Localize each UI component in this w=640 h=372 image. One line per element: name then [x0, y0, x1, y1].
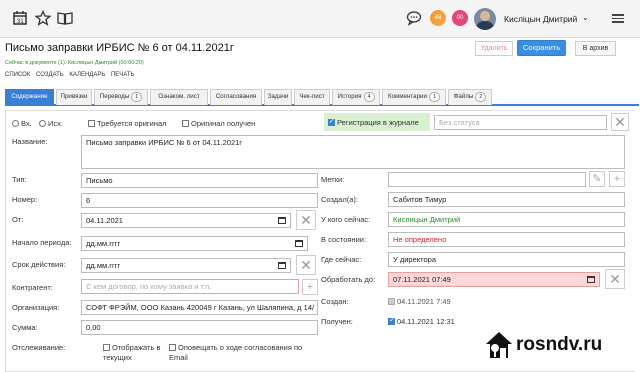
- tab-bar: Содержание Привязки Переводы 1 Ознаком. л…: [5, 88, 639, 106]
- radio-in[interactable]: Вх.: [12, 119, 32, 128]
- created-value: 04.11.2021 7:49: [388, 297, 451, 306]
- from-clear-button[interactable]: ✕: [296, 210, 316, 230]
- created-label: Создан:: [321, 297, 349, 306]
- tab-files[interactable]: Файлы 2: [448, 89, 492, 105]
- number-label: Номер:: [12, 195, 38, 204]
- tab-comments[interactable]: Комментарии 1: [382, 89, 446, 105]
- created-by-label: Создал(а):: [321, 195, 358, 204]
- type-label: Тип:: [12, 175, 27, 184]
- state-label: В состоянии:: [321, 235, 367, 244]
- avatar[interactable]: [474, 8, 496, 30]
- tab-history[interactable]: История 4: [332, 89, 380, 105]
- calendar-icon[interactable]: 31: [12, 10, 28, 26]
- delete-button[interactable]: Удалить: [475, 41, 513, 56]
- name-field[interactable]: Письмо заправки ИРБИС № 6 от 04.11.2021г: [81, 135, 625, 169]
- sum-field[interactable]: 0,00: [81, 320, 318, 335]
- period-start-label: Начало периода:: [12, 238, 72, 247]
- chat-icon[interactable]: [406, 10, 422, 26]
- calendar-icon[interactable]: [587, 276, 595, 283]
- validity-label: Срок действия:: [12, 260, 66, 269]
- tags-label: Метки:: [321, 175, 345, 184]
- email-notify-checkbox[interactable]: Оповещать о ходе согласования по Email: [169, 343, 319, 363]
- radio-out[interactable]: Исх.: [39, 119, 63, 128]
- menu-list[interactable]: СПИСОК: [5, 72, 30, 78]
- archive-button[interactable]: В архив: [575, 41, 616, 56]
- contractor-label: Контрагент:: [12, 283, 53, 292]
- menu-create[interactable]: СОЗДАТЬ: [36, 72, 64, 78]
- edit-tags-icon[interactable]: ✎: [589, 171, 605, 187]
- menu-icon[interactable]: [612, 12, 624, 24]
- calendar-icon[interactable]: [278, 217, 286, 224]
- created-by-field: Сабитов Тимур: [388, 192, 625, 207]
- tab-links[interactable]: Привязки: [56, 89, 92, 105]
- doc-menu: СПИСОК СОЗДАТЬ КАЛЕНДАРЬ ПЕЧАТЬ: [5, 72, 138, 78]
- tab-tasks[interactable]: Задачи: [264, 89, 292, 105]
- tab-content[interactable]: Содержание: [5, 89, 54, 105]
- current-holder-field: Кислицын Дмитрий: [388, 212, 625, 227]
- book-icon[interactable]: [57, 10, 73, 26]
- where-now-label: Где сейчас:: [321, 255, 362, 264]
- validity-clear-button[interactable]: ✕: [296, 255, 316, 275]
- current-holder-label: У кого сейчас:: [321, 215, 371, 224]
- page-title: Письмо заправки ИРБИС № 6 от 04.11.2021г: [5, 42, 234, 54]
- add-tag-button[interactable]: +: [609, 171, 625, 187]
- status-clear-button[interactable]: ✕: [611, 113, 629, 131]
- tab-acquaintance[interactable]: Ознаком. лист: [150, 89, 208, 105]
- name-label: Название:: [12, 137, 48, 146]
- period-start-field[interactable]: дд.мм.гггг: [81, 236, 308, 251]
- tab-checklist[interactable]: Чек-лист: [294, 89, 330, 105]
- sum-label: Сумма:: [12, 323, 38, 332]
- organization-label: Организация:: [12, 303, 60, 312]
- messages-badge[interactable]: 00: [452, 10, 468, 26]
- process-by-label: Обработать до:: [321, 275, 376, 284]
- menu-calendar[interactable]: КАЛЕНДАРЬ: [69, 72, 105, 78]
- watermark-text: rosndv.ru: [516, 334, 603, 355]
- save-button[interactable]: Сохранить: [517, 40, 566, 56]
- from-label: От:: [12, 215, 24, 224]
- add-contractor-button[interactable]: +: [302, 279, 318, 295]
- chevron-down-icon[interactable]: ⌄: [582, 13, 589, 22]
- received-label: Получен:: [321, 317, 353, 326]
- menu-print[interactable]: ПЕЧАТЬ: [111, 72, 134, 78]
- process-by-field[interactable]: 07.11.2021 07:49: [388, 272, 600, 287]
- show-current-checkbox[interactable]: Отображать в текущих: [103, 343, 171, 363]
- user-name[interactable]: Кисліцын Дмитрий: [504, 14, 577, 24]
- validity-field[interactable]: дд.мм.гггг: [81, 258, 291, 273]
- svg-text:31: 31: [17, 19, 24, 25]
- number-field[interactable]: 6: [81, 193, 318, 208]
- original-required-checkbox[interactable]: Требуется оригинал: [88, 119, 167, 128]
- calendar-icon[interactable]: [278, 262, 286, 269]
- notifications-badge[interactable]: 48: [430, 10, 446, 26]
- where-now-field: У директора: [388, 252, 625, 267]
- type-field[interactable]: Письмо: [81, 173, 318, 188]
- received-value[interactable]: 04.11.2021 12:31: [388, 316, 455, 326]
- state-field: Не определено: [388, 232, 625, 247]
- star-icon[interactable]: [35, 10, 51, 26]
- top-bar: 31 48 00 Кисліцын Дмитрий ⌄: [0, 0, 640, 38]
- registration-checkbox[interactable]: Регистрация в журнале: [324, 113, 430, 131]
- tab-transfers[interactable]: Переводы 1: [94, 89, 148, 105]
- from-date-field[interactable]: 04.11.2021: [81, 213, 291, 228]
- watermark: rosndv.ru: [478, 322, 638, 370]
- calendar-icon[interactable]: [295, 240, 303, 247]
- original-received-checkbox[interactable]: Оригинал получен: [182, 119, 255, 128]
- tab-approvals[interactable]: Согласования: [210, 89, 262, 105]
- organization-field[interactable]: СОФТ ФРЭЙМ, ООО Казань 420049 г Казань, …: [81, 300, 318, 315]
- presence-line: Сейчас в документе (1): Кислицын Дмитрий…: [5, 60, 144, 66]
- contractor-field[interactable]: С кем договор, по кому заявка и т.п.: [81, 279, 299, 294]
- status-input[interactable]: Без статуса: [434, 115, 607, 130]
- house-logo-icon: [486, 332, 512, 358]
- tracking-label: Отслеживание:: [12, 343, 66, 352]
- process-by-clear-button[interactable]: ✕: [605, 269, 625, 289]
- tags-field[interactable]: [388, 172, 586, 187]
